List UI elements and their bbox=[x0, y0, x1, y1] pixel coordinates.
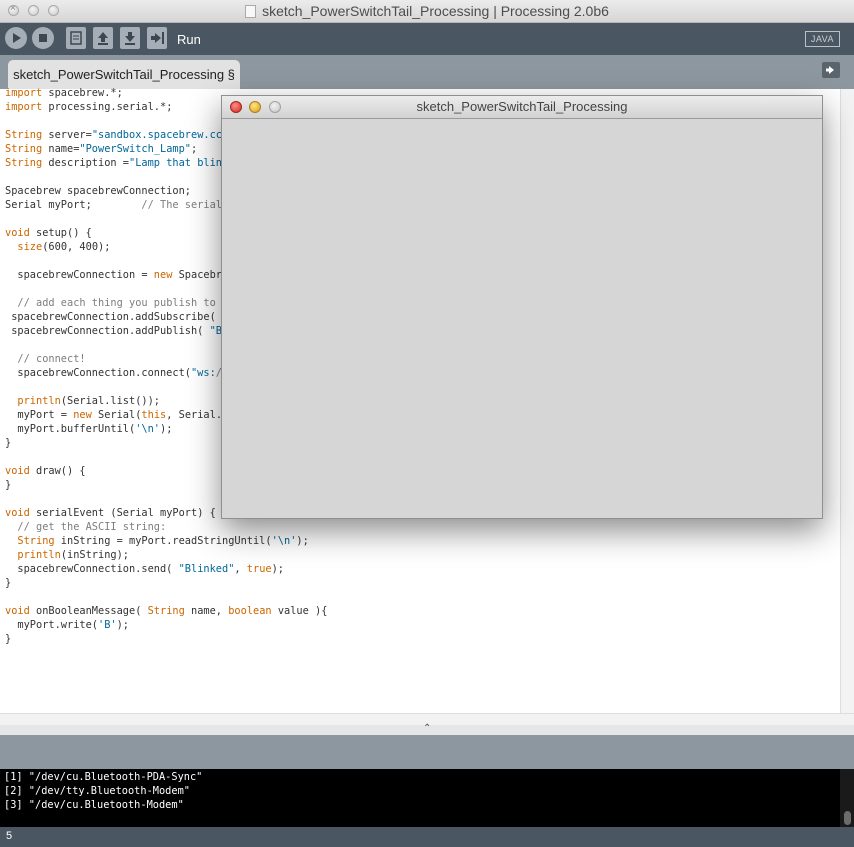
code-line[interactable]: String server="sandbox.spacebrew.cc" bbox=[5, 129, 228, 141]
save-button[interactable] bbox=[120, 27, 140, 49]
code-line[interactable]: spacebrewConnection.addSubscribe( " bbox=[5, 311, 228, 323]
console-output: [1] "/dev/cu.Bluetooth-PDA-Sync" [2] "/d… bbox=[4, 770, 202, 812]
play-icon bbox=[13, 33, 21, 43]
open-button[interactable] bbox=[93, 27, 113, 49]
title-bar: sketch_PowerSwitchTail_Processing | Proc… bbox=[0, 0, 854, 23]
code-line[interactable]: spacebrewConnection = new Spacebre bbox=[5, 269, 228, 281]
arrow-down-icon bbox=[125, 32, 135, 45]
code-line[interactable]: size(600, 400); bbox=[5, 241, 110, 253]
code-line[interactable]: } bbox=[5, 577, 11, 589]
code-line[interactable]: import processing.serial.*; bbox=[5, 101, 172, 113]
code-line[interactable]: // connect! bbox=[5, 353, 85, 365]
code-line[interactable]: void onBooleanMessage( String name, bool… bbox=[5, 605, 327, 617]
new-button[interactable] bbox=[66, 27, 86, 49]
tab-sketch[interactable]: sketch_PowerSwitchTail_Processing § bbox=[8, 60, 240, 89]
code-line[interactable]: void serialEvent (Serial myPort) { bbox=[5, 507, 216, 519]
code-line[interactable]: // get the ASCII string: bbox=[5, 521, 166, 533]
arrow-right-icon bbox=[151, 32, 164, 44]
code-line[interactable]: myPort.bufferUntil('\n'); bbox=[5, 423, 172, 435]
code-line[interactable]: println(inString); bbox=[5, 549, 129, 561]
console-line: [1] "/dev/cu.Bluetooth-PDA-Sync" bbox=[4, 771, 203, 783]
editor-scrollbar[interactable] bbox=[840, 89, 854, 713]
stop-icon bbox=[39, 34, 47, 42]
console-scroll-thumb[interactable] bbox=[844, 811, 851, 825]
code-line[interactable]: spacebrewConnection.connect("ws:// bbox=[5, 367, 228, 379]
message-area bbox=[0, 735, 854, 769]
new-file-icon bbox=[70, 31, 82, 45]
code-line[interactable]: spacebrewConnection.addPublish( "Bl bbox=[5, 325, 228, 337]
sketch-window-title: sketch_PowerSwitchTail_Processing bbox=[416, 99, 628, 114]
tab-menu-button[interactable] bbox=[822, 62, 840, 78]
code-line[interactable]: myPort.write('B'); bbox=[5, 619, 129, 631]
window-title-container: sketch_PowerSwitchTail_Processing | Proc… bbox=[0, 3, 854, 19]
sketch-title-bar[interactable]: sketch_PowerSwitchTail_Processing bbox=[222, 96, 822, 119]
console: [1] "/dev/cu.Bluetooth-PDA-Sync" [2] "/d… bbox=[0, 769, 854, 827]
code-line[interactable]: } bbox=[5, 479, 11, 491]
mode-selector[interactable]: JAVA bbox=[804, 31, 840, 47]
panel-divider[interactable]: ⌃ bbox=[0, 723, 854, 735]
code-line[interactable]: Spacebrew spacebrewConnection; bbox=[5, 185, 191, 197]
code-line[interactable]: } bbox=[5, 437, 11, 449]
collapse-handle-icon[interactable]: ⌃ bbox=[423, 723, 431, 734]
code-line[interactable]: String inString = myPort.readStringUntil… bbox=[5, 535, 308, 547]
line-number: 5 bbox=[6, 830, 13, 842]
status-bar: 5 bbox=[0, 827, 854, 847]
window-title: sketch_PowerSwitchTail_Processing | Proc… bbox=[262, 3, 609, 19]
code-line[interactable]: myPort = new Serial(this, Serial.l bbox=[5, 409, 228, 421]
code-line[interactable]: Serial myPort; // The serial bbox=[5, 199, 222, 211]
arrow-up-icon bbox=[98, 32, 108, 45]
code-line[interactable]: // add each thing you publish to bbox=[5, 297, 215, 309]
stop-button[interactable] bbox=[32, 27, 54, 49]
code-line[interactable]: spacebrewConnection.send( "Blinked", tru… bbox=[5, 563, 284, 575]
sketch-canvas[interactable] bbox=[222, 119, 822, 518]
code-line[interactable]: String name="PowerSwitch_Lamp"; bbox=[5, 143, 197, 155]
code-line[interactable]: println(Serial.list()); bbox=[5, 395, 160, 407]
export-button[interactable] bbox=[147, 27, 167, 49]
code-line[interactable]: void setup() { bbox=[5, 227, 92, 239]
toolbar: Run JAVA bbox=[0, 23, 854, 55]
arrow-right-icon bbox=[826, 66, 834, 74]
toolbar-status-label: Run bbox=[177, 32, 201, 47]
sketch-window: sketch_PowerSwitchTail_Processing bbox=[221, 95, 823, 519]
console-scrollbar[interactable] bbox=[840, 769, 854, 827]
run-button[interactable] bbox=[5, 27, 27, 49]
tab-bar: sketch_PowerSwitchTail_Processing § bbox=[0, 55, 854, 89]
code-line[interactable]: import spacebrew.*; bbox=[5, 87, 123, 99]
code-line[interactable]: String description ="Lamp that blink bbox=[5, 157, 228, 169]
code-line[interactable]: void draw() { bbox=[5, 465, 86, 477]
document-icon bbox=[245, 5, 257, 18]
console-line: [3] "/dev/cu.Bluetooth-Modem" bbox=[4, 799, 184, 811]
console-line: [2] "/dev/tty.Bluetooth-Modem" bbox=[4, 785, 190, 797]
code-line[interactable]: } bbox=[5, 633, 11, 645]
